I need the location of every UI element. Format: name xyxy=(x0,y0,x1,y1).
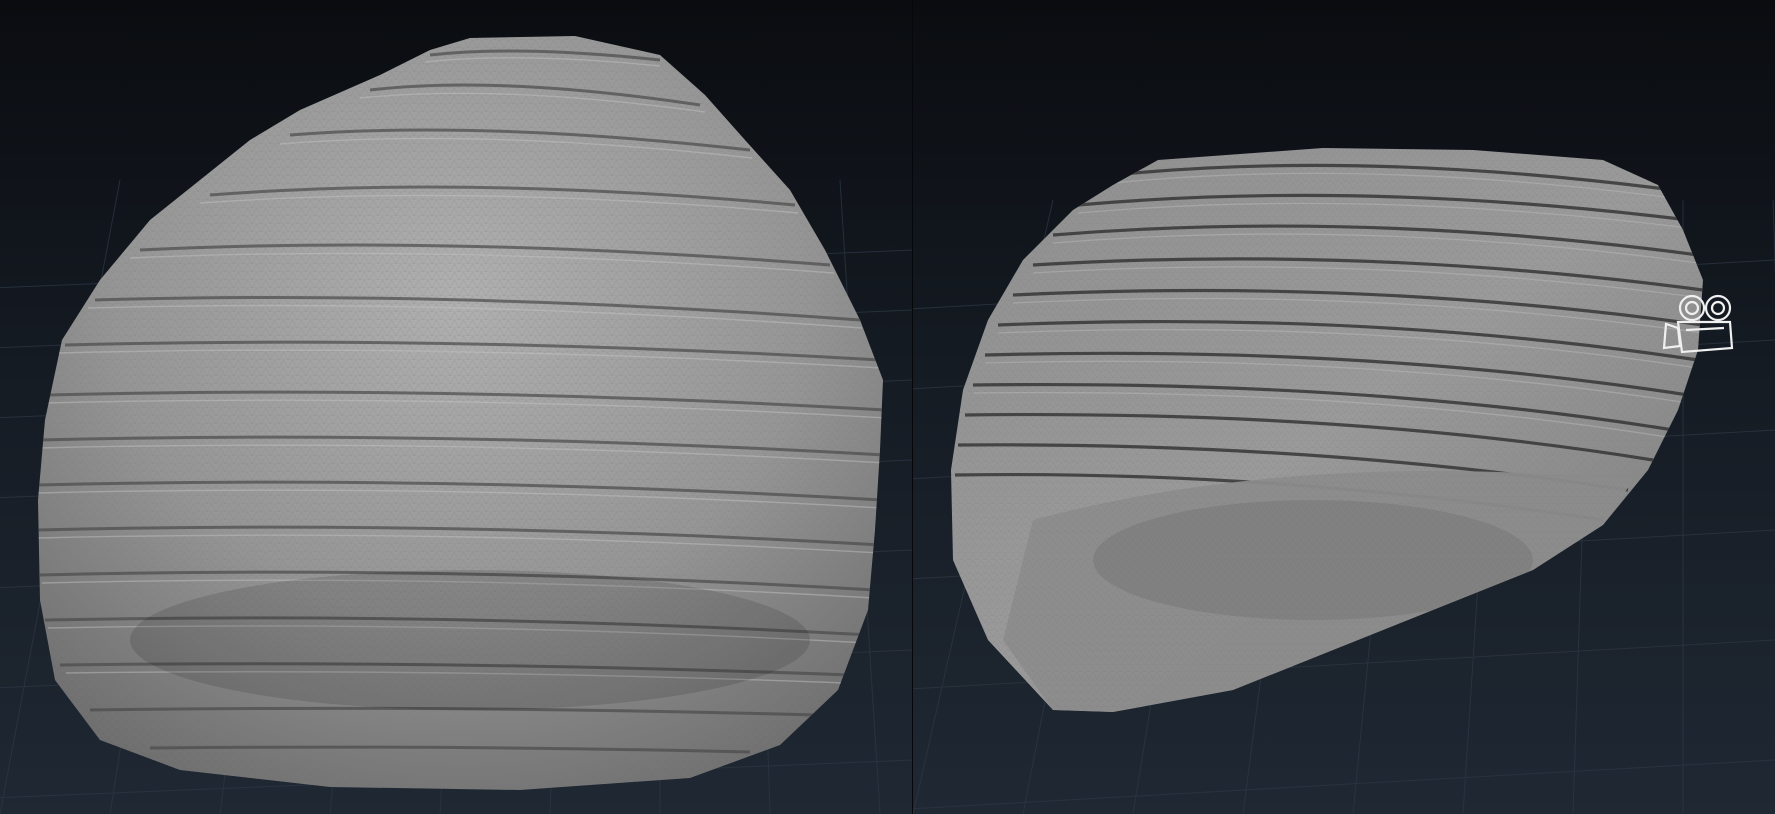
camera-icon[interactable] xyxy=(1662,290,1742,360)
viewport-canvas-right[interactable] xyxy=(913,0,1775,814)
geometry-viewport-left[interactable] xyxy=(0,0,913,814)
geometry-viewport-right[interactable] xyxy=(913,0,1775,814)
viewport-canvas-left[interactable] xyxy=(0,0,913,814)
split-viewport[interactable] xyxy=(0,0,1775,814)
